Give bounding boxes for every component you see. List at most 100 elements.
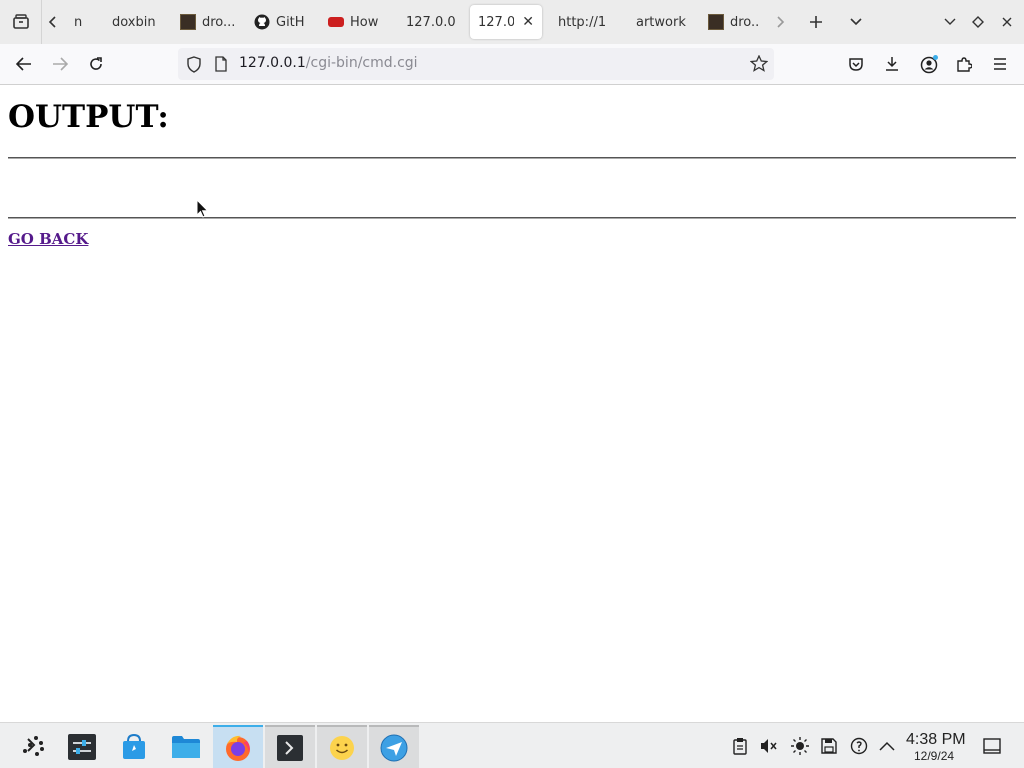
tab-label: dro... — [202, 14, 234, 30]
close-tab-icon[interactable]: ✕ — [522, 14, 534, 30]
url-bar[interactable]: 127.0.0.1/cgi-bin/cmd.cgi — [178, 48, 774, 80]
scroll-tabs-left-button[interactable] — [42, 0, 64, 44]
task-konsole[interactable] — [265, 725, 315, 768]
downloads-button[interactable] — [874, 48, 910, 80]
tab[interactable]: GitH — [246, 5, 316, 39]
tab[interactable]: artwork — [622, 5, 696, 39]
forward-button[interactable] — [42, 48, 78, 80]
tab-active[interactable]: 127.0 ✕ — [470, 5, 542, 39]
task-discover[interactable] — [109, 725, 159, 768]
tab-label: dro... — [730, 14, 758, 30]
new-tab-button[interactable] — [798, 0, 834, 44]
show-hidden-icons-button[interactable] — [876, 735, 898, 757]
screen: n doxbin dro... GitH How 127.0.0 127.0 ✕… — [0, 0, 1024, 768]
page-info-icon[interactable] — [214, 56, 228, 76]
tab-label: 127.0.0 — [406, 14, 456, 30]
smiley-emoji-icon — [330, 736, 354, 760]
close-window-button[interactable] — [992, 0, 1022, 44]
horizontal-rule — [8, 157, 1016, 159]
tab-label: doxbin — [112, 14, 156, 30]
firefox-icon — [226, 735, 250, 761]
maximize-window-button[interactable] — [964, 0, 992, 44]
tab-label: 127.0 — [478, 14, 515, 30]
chevron-up-icon — [879, 741, 895, 751]
tab[interactable]: http://1 — [546, 5, 618, 39]
show-desktop-icon — [983, 738, 1001, 754]
github-icon — [254, 14, 270, 30]
plus-icon — [810, 16, 822, 28]
account-button[interactable] — [911, 48, 947, 80]
tab-overview-button[interactable] — [0, 0, 42, 44]
chevron-left-icon — [48, 16, 56, 28]
puzzle-piece-icon — [957, 57, 972, 72]
maximize-icon — [972, 16, 984, 28]
url-host: 127.0.0.1 — [239, 55, 306, 71]
extensions-button[interactable] — [946, 48, 982, 80]
clipboard-icon[interactable] — [729, 735, 751, 757]
page-content: OUTPUT: GO BACK — [0, 85, 1024, 722]
minimize-window-button[interactable] — [936, 0, 964, 44]
app-menu-button[interactable] — [982, 48, 1018, 80]
chevron-down-icon — [850, 18, 862, 26]
back-button[interactable] — [6, 48, 42, 80]
disk-storage-icon[interactable] — [818, 735, 840, 757]
clock-date[interactable]: 12/9/24 — [914, 749, 954, 763]
task-kde-connect[interactable] — [369, 725, 419, 768]
navigation-toolbar: 127.0.0.1/cgi-bin/cmd.cgi — [0, 44, 1024, 85]
page-heading: OUTPUT: — [8, 99, 169, 135]
taskbar: 4:38 PM 12/9/24 — [0, 722, 1024, 768]
tab[interactable]: How — [320, 5, 390, 39]
system-settings-icon — [68, 734, 96, 760]
task-emoji-selector[interactable] — [317, 725, 367, 768]
scroll-tabs-right-button[interactable] — [768, 0, 792, 44]
tab[interactable]: doxbin — [98, 5, 168, 39]
dark-square-icon — [708, 14, 724, 30]
show-desktop-button[interactable] — [981, 735, 1003, 757]
task-dolphin[interactable] — [161, 725, 211, 768]
mouse-cursor-icon — [196, 198, 210, 223]
bookmark-star-icon[interactable] — [749, 54, 769, 76]
tab-label: GitH — [276, 14, 305, 30]
download-icon — [886, 57, 898, 71]
arrow-right-icon — [53, 57, 68, 71]
dark-square-icon — [180, 14, 196, 30]
account-icon — [920, 55, 938, 74]
tab[interactable]: dro... — [700, 5, 766, 39]
tab-label: http://1 — [558, 14, 607, 30]
application-launcher[interactable] — [8, 725, 58, 768]
tab-label: How — [350, 14, 379, 30]
network-status-icon[interactable] — [848, 735, 870, 757]
tab[interactable]: 127.0.0 — [394, 5, 466, 39]
chevron-right-icon — [777, 16, 785, 28]
discover-store-icon — [123, 733, 145, 759]
reload-button[interactable] — [78, 48, 114, 80]
tab-strip: n doxbin dro... GitH How 127.0.0 127.0 ✕… — [0, 0, 1024, 44]
clock-time[interactable]: 4:38 PM — [906, 731, 966, 749]
pocket-icon — [849, 57, 863, 71]
tab-label: artwork — [636, 14, 686, 30]
pocket-button[interactable] — [838, 48, 874, 80]
volume-muted-icon[interactable] — [758, 735, 780, 757]
go-back-link[interactable]: GO BACK — [8, 230, 88, 248]
reload-icon — [90, 57, 102, 70]
list-all-tabs-button[interactable] — [838, 0, 874, 44]
tab[interactable]: n — [66, 5, 94, 39]
arrow-left-icon — [16, 57, 31, 71]
youtube-icon — [328, 17, 344, 27]
shield-icon[interactable] — [186, 56, 202, 77]
horizontal-rule — [8, 217, 1016, 219]
task-system-settings[interactable] — [57, 725, 107, 768]
hamburger-menu-icon — [994, 58, 1006, 70]
close-icon — [1002, 17, 1012, 27]
launcher-icon — [23, 736, 44, 756]
task-firefox[interactable] — [213, 725, 263, 768]
tab[interactable]: dro... — [172, 5, 242, 39]
konsole-terminal-icon — [277, 735, 303, 761]
tab-overview-icon — [12, 14, 29, 29]
url-path: /cgi-bin/cmd.cgi — [305, 55, 418, 71]
kde-connect-icon — [380, 734, 408, 762]
dolphin-files-icon — [172, 736, 200, 758]
url-text[interactable]: 127.0.0.1/cgi-bin/cmd.cgi — [239, 55, 418, 71]
brightness-icon[interactable] — [789, 735, 811, 757]
tab-label: n — [74, 14, 83, 30]
